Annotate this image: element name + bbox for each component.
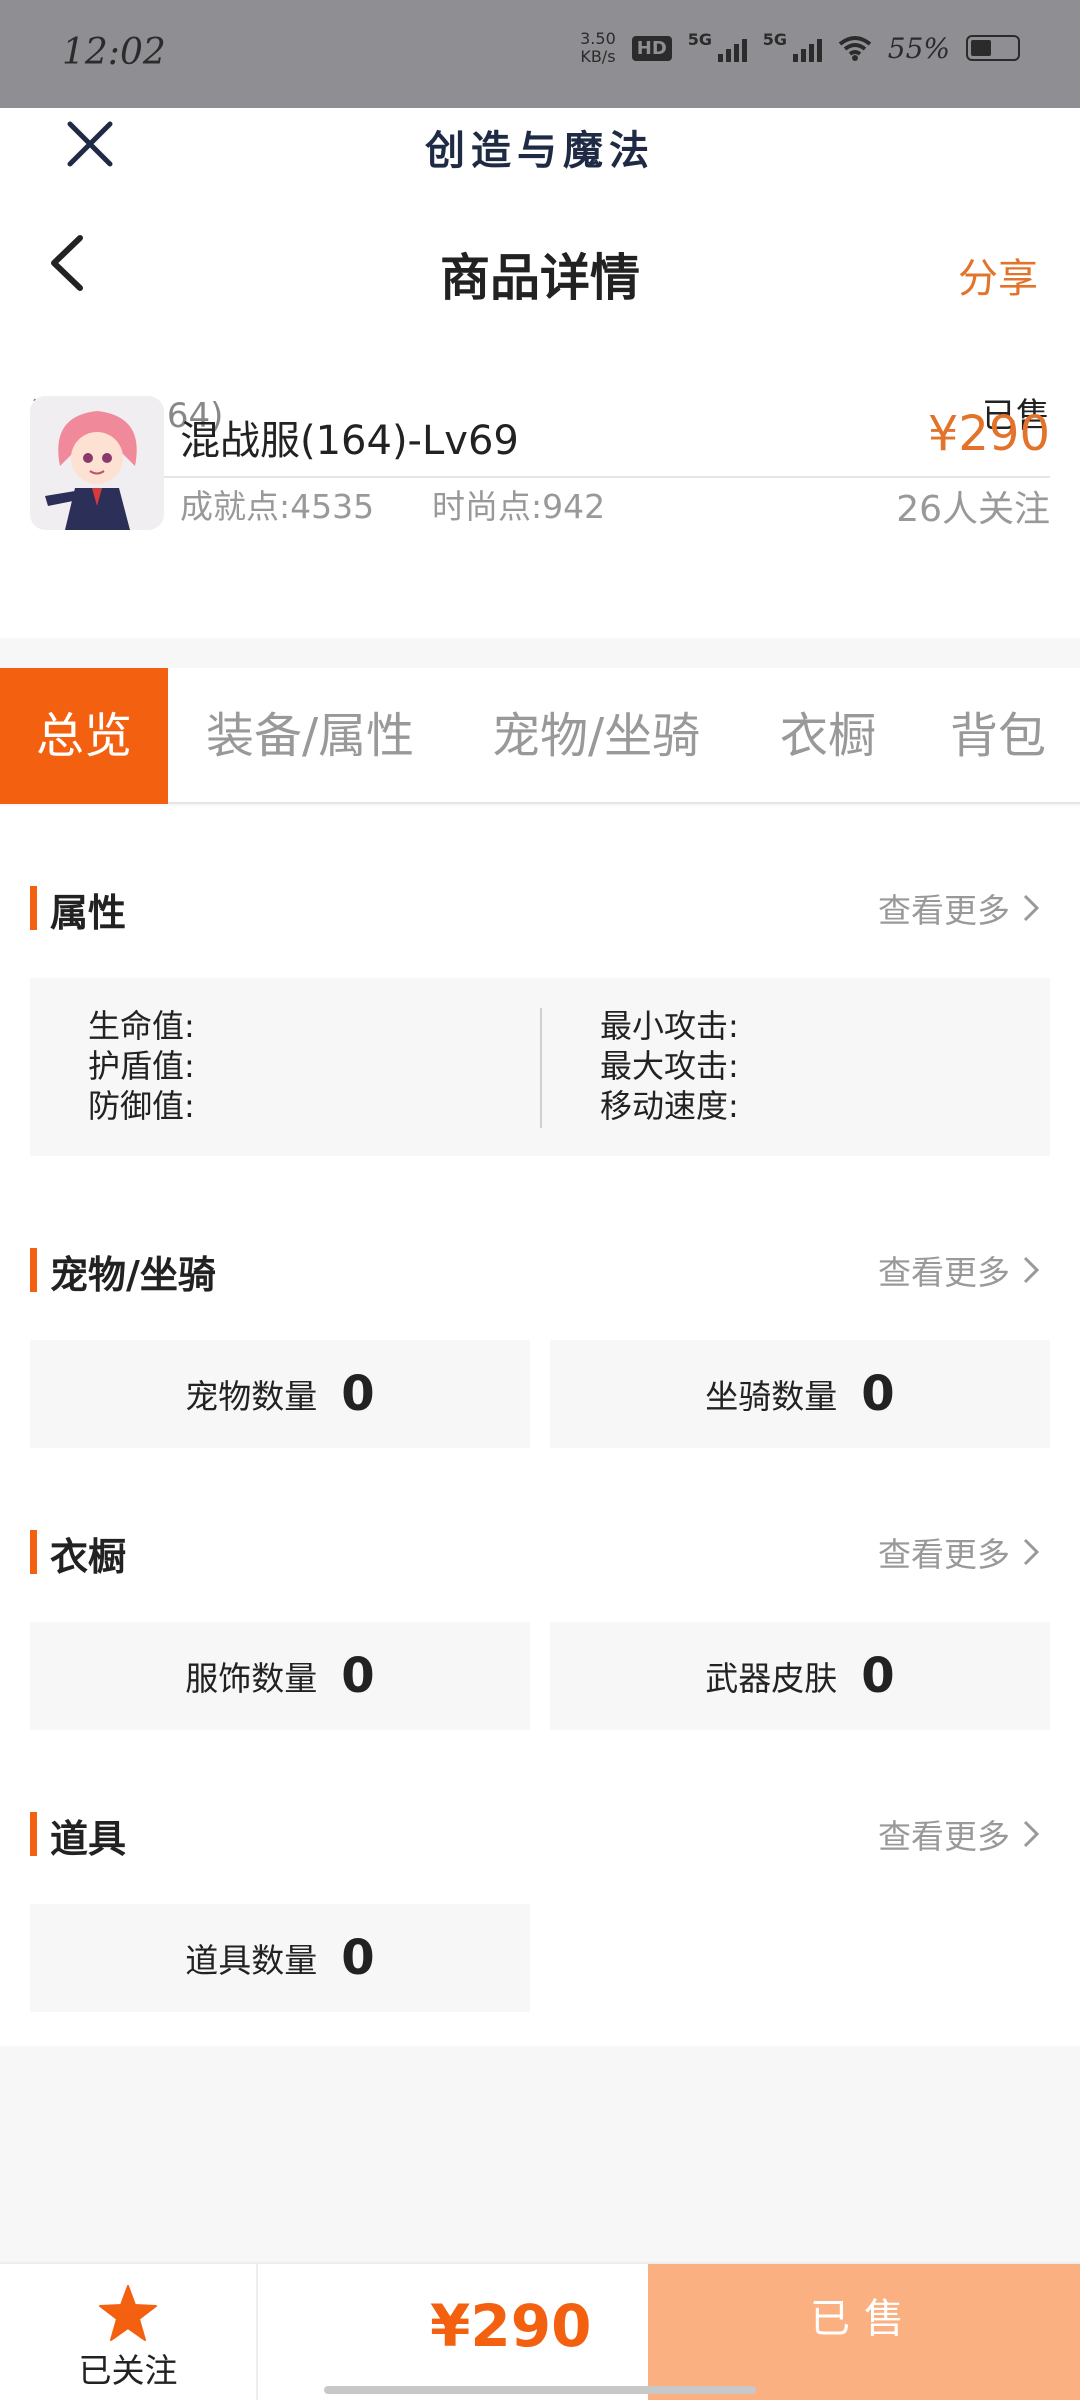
section-title-props: 道具	[30, 1808, 126, 1863]
overview-content: 属性 查看更多 生命值: 护盾值: 防御值: 最小攻击: 最大攻击: 移动速度:…	[0, 806, 1080, 2046]
weapon-skin-box: 武器皮肤 0	[550, 1622, 1050, 1730]
product-name: 混战服(164)-Lv69	[180, 418, 519, 464]
status-bar: 12:02 3.50 KB/s HD 5G 5G 55%	[0, 0, 1080, 108]
wifi-icon	[838, 36, 872, 61]
battery-percent: 55%	[887, 31, 950, 65]
achievement-points: 成就点:4535	[180, 487, 375, 526]
view-more-pets[interactable]: 查看更多	[878, 1246, 1040, 1294]
battery-icon	[966, 35, 1020, 61]
mount-count-box: 坐骑数量 0	[550, 1340, 1050, 1448]
prop-count-box: 道具数量 0	[30, 1904, 530, 2012]
sold-button[interactable]: 已售	[648, 2264, 1080, 2400]
divider	[30, 476, 1050, 478]
hd-badge: HD	[631, 35, 672, 61]
chevron-right-icon	[1023, 1538, 1040, 1566]
net-speed: 3.50 KB/s	[580, 29, 616, 66]
page-title: 商品详情	[440, 249, 640, 307]
star-icon	[99, 2285, 157, 2341]
section-title-pets: 宠物/坐骑	[30, 1244, 216, 1299]
pet-count-box: 宠物数量 0	[30, 1340, 530, 1448]
share-button[interactable]: 分享	[958, 246, 1038, 304]
view-more-props[interactable]: 查看更多	[878, 1810, 1040, 1858]
status-time: 12:02	[62, 32, 166, 73]
product-price: ¥290	[927, 406, 1050, 462]
chevron-right-icon	[1023, 1820, 1040, 1848]
chevron-right-icon	[1023, 1256, 1040, 1284]
home-indicator	[324, 2386, 756, 2394]
app-title: 创造与魔法	[425, 127, 655, 174]
view-more-wardrobe[interactable]: 查看更多	[878, 1528, 1040, 1576]
character-image	[30, 396, 164, 530]
bottom-price: ¥290	[430, 2292, 592, 2360]
bottom-bar: 已关注 ¥290 已售	[0, 2262, 1080, 2400]
avatar[interactable]	[30, 396, 164, 530]
app-header: 创造与魔法 商品详情 分享 混战服(164) 已售	[0, 108, 1080, 638]
tab-backpack[interactable]: 背包	[950, 668, 1046, 804]
signal-icon: 5G	[763, 30, 822, 62]
section-title-attributes: 属性	[30, 882, 126, 937]
follower-count: 26人关注	[896, 489, 1050, 530]
chevron-right-icon	[1023, 894, 1040, 922]
tab-pets[interactable]: 宠物/坐骑	[492, 668, 700, 804]
outfit-count-box: 服饰数量 0	[30, 1622, 530, 1730]
fashion-points: 时尚点:942	[432, 487, 606, 526]
attributes-right: 最小攻击: 最大攻击: 移动速度:	[600, 1007, 739, 1125]
attributes-box: 生命值: 护盾值: 防御值: 最小攻击: 最大攻击: 移动速度:	[30, 978, 1050, 1156]
section-title-wardrobe: 衣橱	[30, 1526, 126, 1581]
status-indicators: 3.50 KB/s HD 5G 5G 55%	[580, 30, 1020, 66]
tab-equipment[interactable]: 装备/属性	[206, 668, 414, 804]
view-more-attributes[interactable]: 查看更多	[878, 884, 1040, 932]
tab-overview[interactable]: 总览	[0, 668, 168, 804]
follow-button[interactable]: 已关注	[0, 2264, 258, 2400]
tab-wardrobe[interactable]: 衣橱	[780, 668, 876, 804]
attributes-left: 生命值: 护盾值: 防御值:	[88, 1007, 195, 1125]
tab-bar: 总览 装备/属性 宠物/坐骑 衣橱 背包	[0, 668, 1080, 804]
signal-icon: 5G	[688, 30, 747, 62]
attributes-separator	[540, 1008, 542, 1128]
